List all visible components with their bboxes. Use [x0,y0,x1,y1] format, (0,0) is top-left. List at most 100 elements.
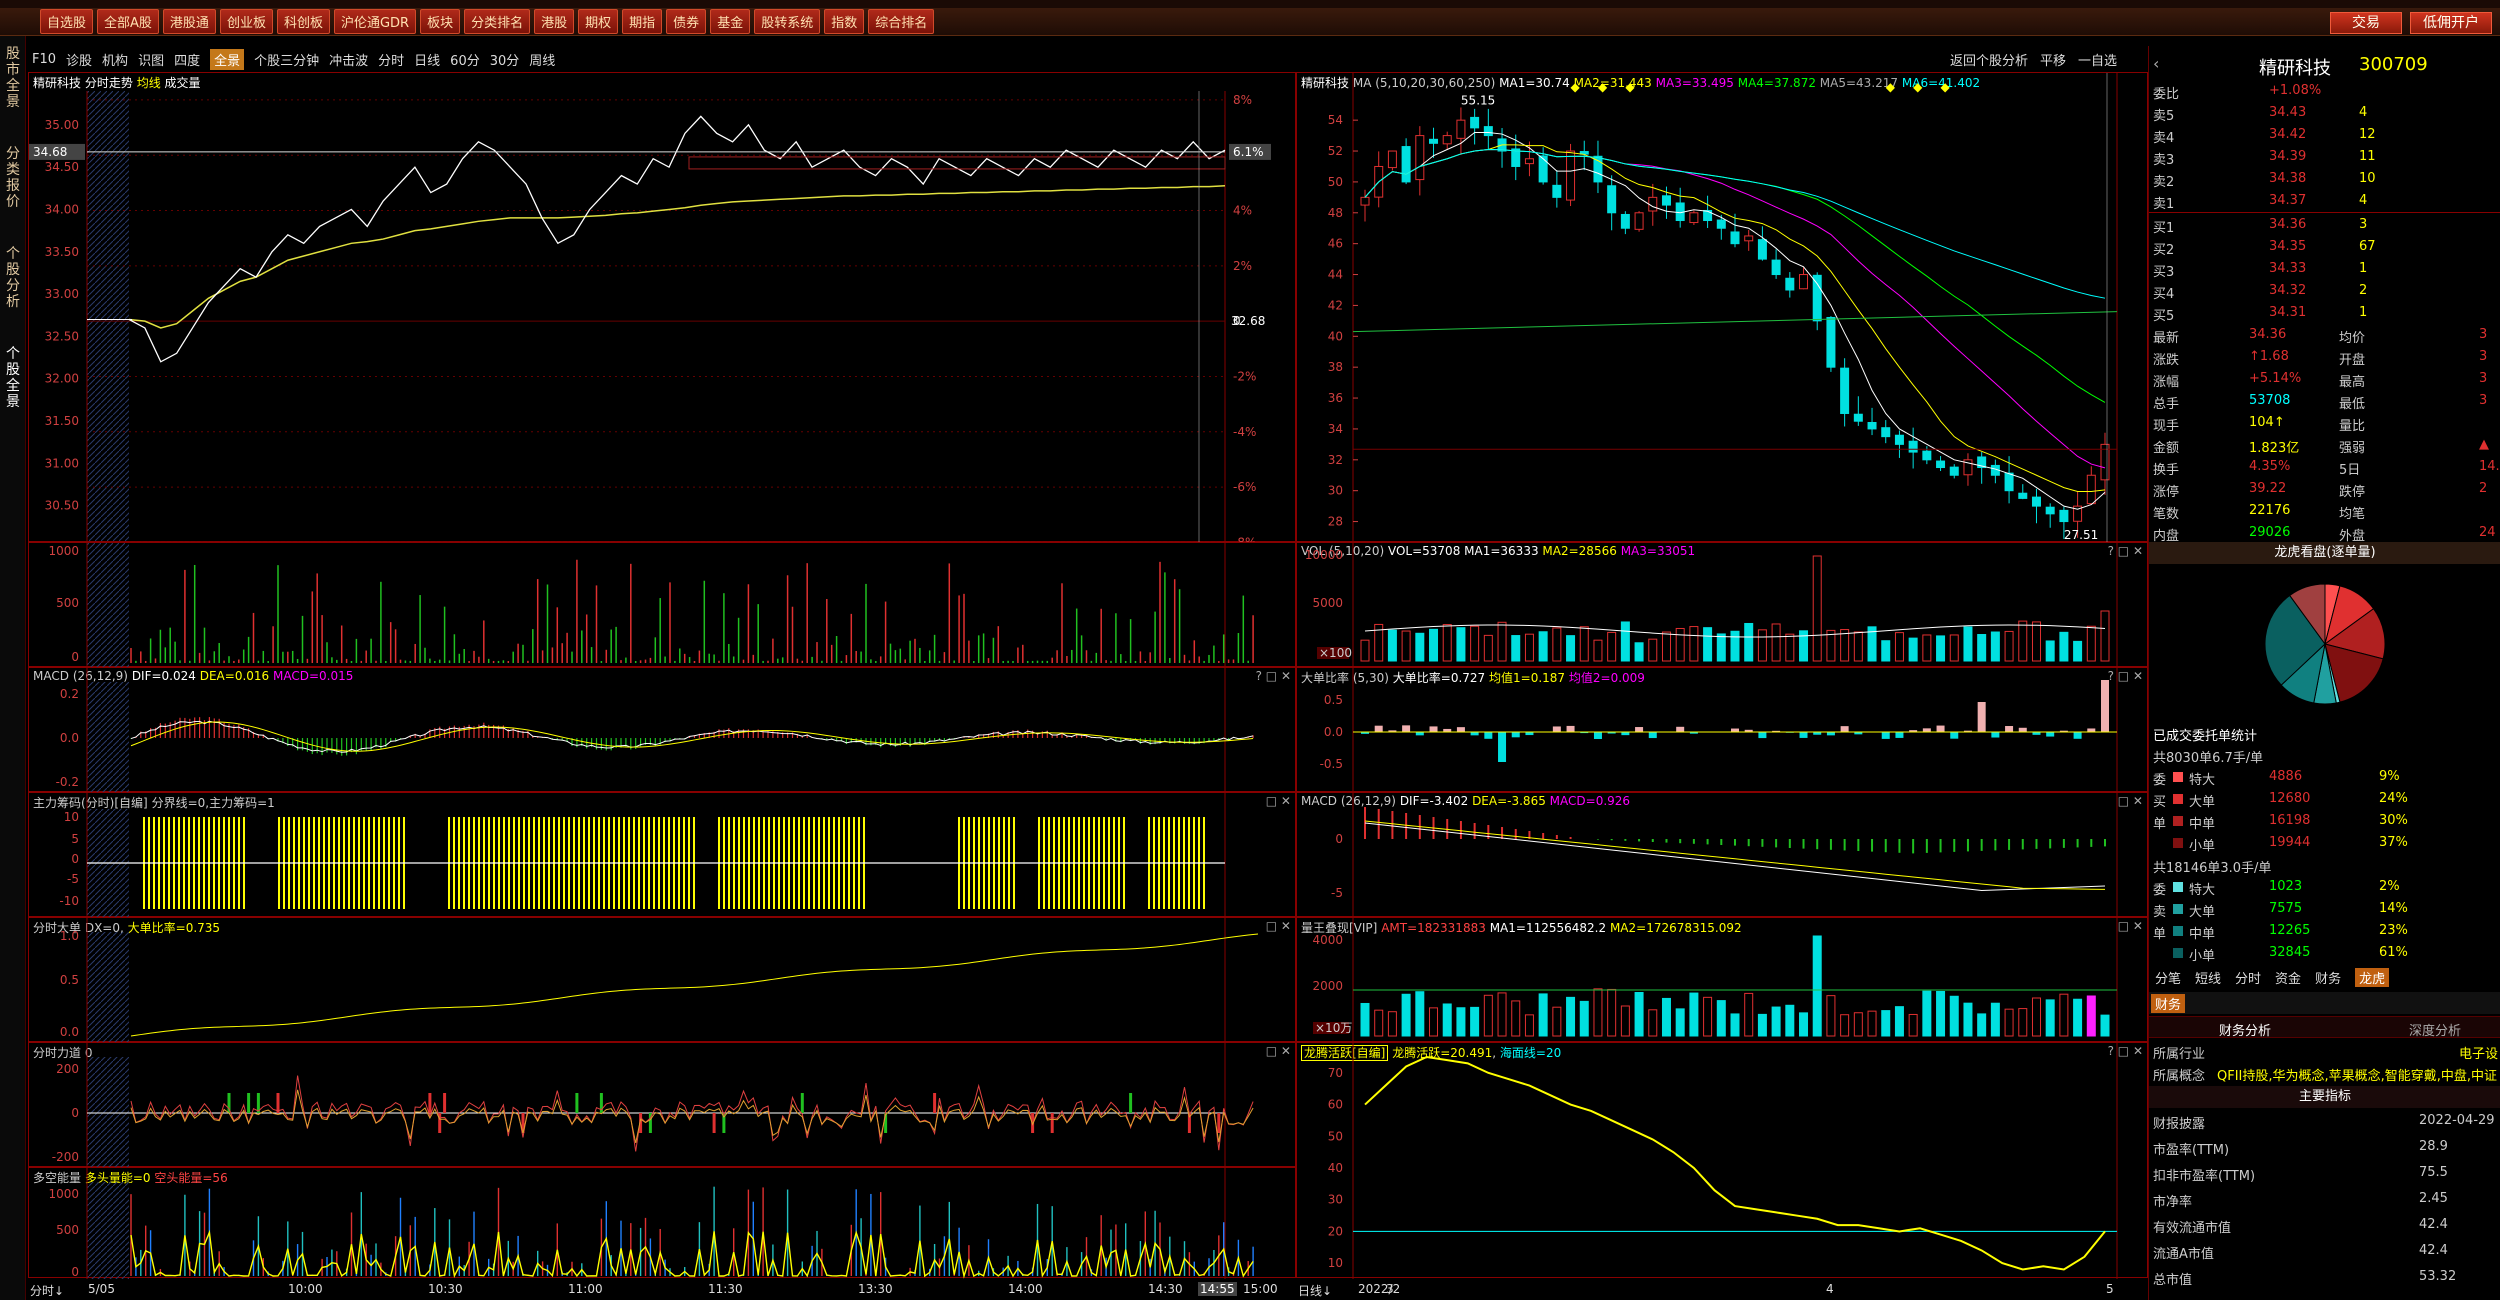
candle[interactable] [1757,239,1767,260]
candle[interactable] [1415,135,1425,181]
toolbar-item-10[interactable]: 60分 [450,50,480,69]
topbar-btn-10[interactable]: 期指 [622,9,663,34]
topbar-btn-7[interactable]: 分类排名 [464,9,531,34]
date-axis-menu[interactable]: 日线↓ [1298,1282,1332,1299]
kline-chart[interactable]: 54 52 50 48 46 44 42 40 38 36 34 32 30 28 ◆ ◆ ◆ ◆ ◆ ◆ 55.15 2… [1297,73,2149,543]
candle[interactable] [1867,421,1877,430]
macd-left-chart[interactable]: 0.2 0.0 -0.2 [29,668,1297,793]
candle[interactable] [2059,509,2069,523]
candle[interactable] [1771,259,1781,276]
dkn-chart[interactable]: 1000 500 0 [29,1168,1297,1279]
fin-analysis-tab[interactable]: 财务分析 [2219,1020,2271,1039]
lwdx-chart[interactable]: 400020000×10万 [1297,918,2149,1043]
candle[interactable] [1456,119,1466,139]
candle[interactable] [1785,277,1795,291]
candle[interactable] [1360,196,1370,206]
topbar-btn-3[interactable]: 创业板 [219,9,273,34]
topbar-btn-8[interactable]: 港股 [534,9,575,34]
topbar-btn-6[interactable]: 板块 [420,9,461,34]
ddbl-chart[interactable]: 0.5 0.0 -0.5 [1297,668,2149,793]
toolbar-item-6[interactable]: 个股三分钟 [254,50,319,69]
quote-tab-3[interactable]: 资金 [2275,968,2301,987]
candle[interactable] [2045,506,2055,515]
quote-tab-5[interactable]: 龙虎 [2355,967,2390,987]
intraday-price-chart[interactable]: 35.00 34.50 34.00 33.50 33.00 32.50 32.00 31.50… [29,73,1297,543]
candle[interactable] [1470,116,1480,129]
topbar-btn-5[interactable]: 沪伦通GDR [333,9,417,34]
kbar-item-2[interactable]: 一自选 [2078,50,2117,69]
open-account-button[interactable]: 低佣开户 [2410,12,2492,34]
candle[interactable] [1908,440,1918,453]
candle[interactable] [2004,472,2014,492]
candle[interactable] [1826,316,1836,368]
candle[interactable] [1483,126,1493,137]
topbar-btn-9[interactable]: 期权 [578,9,619,34]
candle[interactable] [2018,492,2028,499]
topbar-btn-14[interactable]: 指数 [824,9,865,34]
candle[interactable] [1524,158,1534,165]
candle[interactable] [1894,434,1904,445]
toolbar-item-7[interactable]: 冲击波 [329,50,368,69]
topbar-btn-0[interactable]: 自选股 [40,9,94,34]
kbar-item-1[interactable]: 平移 [2040,50,2066,69]
candle[interactable] [1936,460,1946,469]
candle[interactable] [1648,196,1658,212]
lths-chart[interactable]: 70 60 50 40 30 20 10 [1297,1043,2149,1279]
candle[interactable] [1730,231,1740,245]
topbar-btn-15[interactable]: 综合排名 [868,9,935,34]
kbar-item-0[interactable]: 返回个股分析 [1950,50,2028,69]
candle[interactable] [1442,135,1452,145]
toolbar-item-3[interactable]: 识图 [138,50,164,69]
time-axis-menu[interactable]: 分时↓ [30,1282,64,1299]
topbar-btn-11[interactable]: 债券 [666,9,707,34]
topbar-btn-13[interactable]: 股转系统 [754,9,821,34]
candle[interactable] [1922,450,1932,461]
topbar-btn-12[interactable]: 基金 [710,9,751,34]
quote-tab-1[interactable]: 短线 [2195,968,2221,987]
toolbar-item-11[interactable]: 30分 [490,50,520,69]
zlcm-chart[interactable]: 10 5 0 -5 -10 [29,793,1297,918]
finance-tab[interactable]: 财务 [2151,994,2186,1013]
toolbar-item-2[interactable]: 机构 [102,50,128,69]
candle[interactable] [1840,367,1850,414]
candle[interactable] [1661,195,1671,206]
toolbar-item-8[interactable]: 分时 [378,50,404,69]
candle[interactable] [1689,212,1699,224]
candle[interactable] [1387,150,1397,169]
intraday-volume-chart[interactable]: 1000 500 0 [29,543,1297,668]
fsld-chart[interactable]: 200 0 -200 [29,1043,1297,1168]
sidebar-tab-overview[interactable]: 个股全景 [2,346,24,410]
candle[interactable] [1881,427,1891,438]
candle[interactable] [1607,185,1617,214]
candle[interactable] [1429,138,1439,144]
toolbar-item-5[interactable]: 全景 [210,48,245,70]
vol-right-chart[interactable]: 1000050000×100 [1297,543,2149,668]
toolbar-item-9[interactable]: 日线 [414,50,440,69]
candle[interactable] [1566,150,1576,201]
industry-value[interactable]: 电子设 [2459,1043,2498,1062]
candle[interactable] [1949,466,1959,476]
macd-right-chart[interactable]: 0 -5 [1297,793,2149,918]
toolbar-item-1[interactable]: 诊股 [66,50,92,69]
candle[interactable] [2031,496,2041,507]
quote-tab-2[interactable]: 分时 [2235,968,2261,987]
sidebar-tab-quote[interactable]: 分类报价 [2,146,24,210]
sidebar-tab-market[interactable]: 股市全景 [2,46,24,110]
concept-value[interactable]: QFII持股,华为概念,苹果概念,智能穿戴,中盘,中证 [2217,1065,2497,1084]
candle[interactable] [1620,213,1630,229]
toolbar-item-0[interactable]: F10 [32,52,56,67]
candle[interactable] [1716,219,1726,229]
deep-analysis-tab[interactable]: 深度分析 [2409,1020,2461,1039]
topbar-btn-1[interactable]: 全部A股 [97,9,159,34]
trade-button[interactable]: 交易 [2330,12,2402,34]
candle[interactable] [1634,212,1644,230]
candle[interactable] [1401,146,1411,183]
candle[interactable] [1812,274,1822,322]
candle[interactable] [1538,155,1548,183]
quote-tab-0[interactable]: 分笔 [2155,968,2181,987]
back-icon[interactable]: ‹ [2153,54,2159,73]
topbar-btn-2[interactable]: 港股通 [162,9,216,34]
candle[interactable] [1853,413,1863,422]
candle[interactable] [1744,235,1754,242]
candle[interactable] [1552,184,1562,198]
